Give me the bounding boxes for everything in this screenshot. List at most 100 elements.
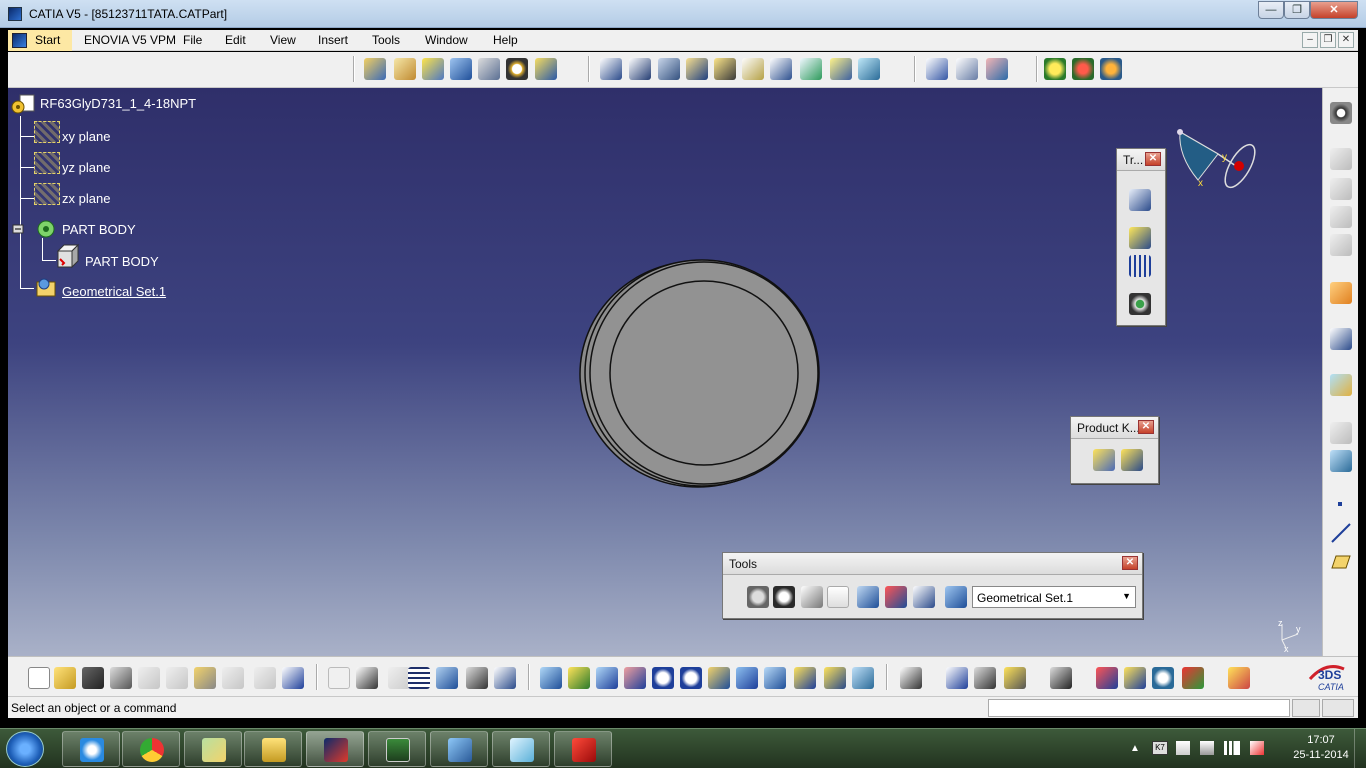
taskbar-clock[interactable]: 17:07 25-11-2014 <box>1286 734 1356 761</box>
taskbar-picture-viewer[interactable] <box>430 731 488 767</box>
shaft-icon[interactable] <box>422 58 444 80</box>
copy-icon[interactable] <box>166 667 188 689</box>
paste-icon[interactable] <box>194 667 216 689</box>
menu-help[interactable]: Help <box>493 33 518 47</box>
intersect-icon[interactable] <box>1330 206 1352 228</box>
tray-volume-icon[interactable] <box>1250 741 1264 755</box>
hide-show-toggle-icon[interactable] <box>824 667 846 689</box>
current-object-select[interactable]: Geometrical Set.1 ▼ <box>972 586 1136 608</box>
zoom-in-icon[interactable] <box>652 667 674 689</box>
thickness-icon[interactable] <box>714 58 736 80</box>
multisection-icon[interactable] <box>478 58 500 80</box>
apply-material-icon[interactable] <box>986 58 1008 80</box>
catalog-browser-icon[interactable] <box>900 667 922 689</box>
menu-view[interactable]: View <box>270 33 296 47</box>
point-icon[interactable] <box>1338 502 1342 506</box>
body-solid-icon[interactable] <box>54 243 80 269</box>
stiffener-icon[interactable] <box>535 58 557 80</box>
swap-visible-space-icon[interactable] <box>852 667 874 689</box>
knowledge-template-icon[interactable] <box>1228 667 1250 689</box>
sketcher-icon[interactable] <box>1330 328 1352 350</box>
flag-note-icon[interactable] <box>956 58 978 80</box>
whats-this-icon[interactable] <box>282 667 304 689</box>
update-icon[interactable] <box>747 586 769 608</box>
menu-window[interactable]: Window <box>425 33 468 47</box>
tools-panel-close[interactable]: ✕ <box>1122 556 1138 570</box>
environment-icon[interactable] <box>1152 667 1174 689</box>
chamfer-icon[interactable] <box>629 58 651 80</box>
command-input[interactable] <box>988 699 1290 717</box>
compass-icon[interactable]: x y <box>1168 126 1260 192</box>
status-button-2[interactable] <box>1322 699 1354 717</box>
taskbar-folder[interactable] <box>184 731 242 767</box>
photo-studio-icon[interactable] <box>1124 667 1146 689</box>
tray-flag-icon[interactable] <box>1176 741 1190 755</box>
manual-update-icon[interactable] <box>1072 58 1094 80</box>
assemble-icon[interactable] <box>1330 178 1352 200</box>
print-icon[interactable] <box>110 667 132 689</box>
tree-yz-plane[interactable]: yz plane <box>62 160 110 175</box>
equivalent-dimensions-icon[interactable] <box>494 667 516 689</box>
product-knowledge-titlebar[interactable]: Product K... ✕ <box>1071 417 1158 439</box>
pocket-icon[interactable] <box>394 58 416 80</box>
restore-button[interactable]: ❐ <box>1284 1 1310 19</box>
zoom-out-icon[interactable] <box>680 667 702 689</box>
menu-edit[interactable]: Edit <box>225 33 246 47</box>
lock-icon[interactable] <box>466 667 488 689</box>
rib-icon[interactable] <box>450 58 472 80</box>
tools-panel-titlebar[interactable]: Tools ✕ <box>723 553 1142 575</box>
taskbar-task-monitor[interactable] <box>368 731 426 767</box>
remove-face-icon[interactable] <box>770 58 792 80</box>
open-folder-icon[interactable] <box>54 667 76 689</box>
tray-network-icon[interactable] <box>1224 741 1240 755</box>
close-button[interactable]: ✕ <box>1310 1 1358 19</box>
text-with-leader-icon[interactable] <box>926 58 948 80</box>
update-all-icon[interactable] <box>1044 58 1066 80</box>
yz-plane-icon[interactable] <box>34 152 60 174</box>
shell-icon[interactable] <box>686 58 708 80</box>
tree-zx-plane[interactable]: zx plane <box>62 191 110 206</box>
mean-dimensions-icon[interactable] <box>857 586 879 608</box>
material-library-icon[interactable] <box>1182 667 1204 689</box>
hide-show-icon[interactable] <box>885 586 907 608</box>
doc-minimize-button[interactable]: – <box>1302 32 1318 48</box>
tray-device-icon[interactable] <box>1200 741 1214 755</box>
scan-icon[interactable] <box>913 586 935 608</box>
law-icon[interactable] <box>436 667 458 689</box>
taskbar-file-explorer[interactable] <box>244 731 302 767</box>
minimize-button[interactable]: — <box>1258 1 1284 19</box>
instantiate-template-icon[interactable] <box>1093 449 1115 471</box>
windows-start-button[interactable] <box>6 731 44 767</box>
replace-face-icon[interactable] <box>800 58 822 80</box>
taskbar-notes[interactable] <box>492 731 550 767</box>
scaling-icon[interactable] <box>1129 293 1151 315</box>
work-on-support-icon[interactable] <box>827 586 849 608</box>
axis-system-icon[interactable] <box>801 586 823 608</box>
part-model[interactable] <box>568 256 828 496</box>
redo-icon[interactable] <box>254 667 276 689</box>
translation-icon[interactable] <box>1129 189 1151 211</box>
tray-k7-icon[interactable]: K7 <box>1152 741 1168 755</box>
undo-icon[interactable] <box>222 667 244 689</box>
draft-icon[interactable] <box>658 58 680 80</box>
capture-camera-icon[interactable] <box>1050 667 1072 689</box>
plane-sketch-icon[interactable] <box>1330 374 1352 396</box>
menu-enovia[interactable]: ENOVIA V5 VPM <box>84 33 176 47</box>
product-knowledge-close[interactable]: ✕ <box>1138 420 1154 434</box>
measure-item-icon[interactable] <box>974 667 996 689</box>
insert-geometrical-set-icon[interactable] <box>1330 450 1352 472</box>
plane-icon[interactable] <box>1330 554 1352 570</box>
tree-partbody-child[interactable]: PART BODY <box>85 254 159 269</box>
remove-lump-icon[interactable] <box>1330 234 1352 256</box>
fit-all-in-icon[interactable] <box>568 667 590 689</box>
tree-partbody[interactable]: PART BODY <box>62 222 136 237</box>
apply-material-bottom-icon[interactable] <box>1096 667 1118 689</box>
sketcher-settings-icon[interactable] <box>1330 102 1352 124</box>
rectangular-pattern-icon[interactable] <box>1129 255 1151 277</box>
show-desktop-button[interactable] <box>1354 729 1366 768</box>
partbody-expander-icon[interactable] <box>12 218 60 242</box>
xy-plane-icon[interactable] <box>34 121 60 143</box>
tree-geometrical-set[interactable]: Geometrical Set.1 <box>62 284 166 299</box>
grab-hand-icon[interactable] <box>773 586 795 608</box>
define-in-work-object-icon[interactable] <box>945 586 967 608</box>
